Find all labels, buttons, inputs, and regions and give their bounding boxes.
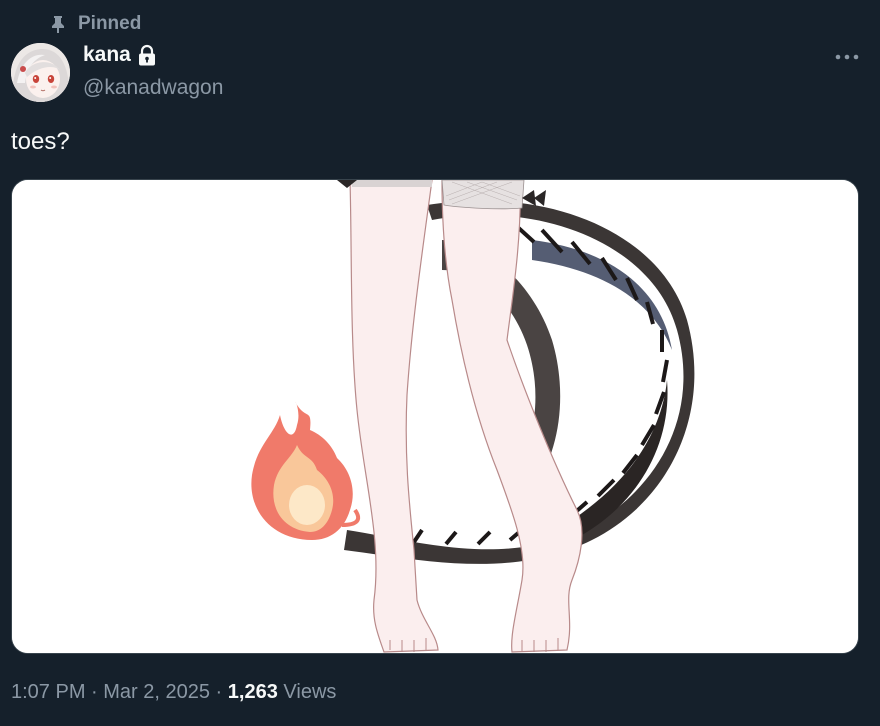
author-handle[interactable]: @kanadwagon <box>83 76 223 100</box>
views-label: Views <box>277 681 337 703</box>
views-count[interactable]: 1,263 <box>228 681 278 704</box>
tweet-date[interactable]: Mar 2, 2025 <box>103 681 210 704</box>
author-name-row[interactable]: kana <box>83 43 157 67</box>
meta-separator: · <box>85 681 104 703</box>
tweet[interactable]: Pinned kana @kanadwagon toes? 1:07 PM · … <box>0 0 880 726</box>
avatar[interactable] <box>11 43 70 102</box>
pin-icon <box>52 16 64 33</box>
tweet-text: toes? <box>11 128 70 155</box>
tweet-meta: 1:07 PM · Mar 2, 2025 · 1,263 Views <box>11 681 336 704</box>
more-options-button[interactable] <box>830 44 864 70</box>
author-display-name[interactable]: kana <box>83 43 131 67</box>
lock-icon <box>138 44 155 66</box>
tweet-time[interactable]: 1:07 PM <box>11 681 85 704</box>
pinned-label: Pinned <box>78 13 142 34</box>
more-horizontal-icon <box>835 54 859 60</box>
meta-separator: · <box>210 681 228 703</box>
pinned-indicator: Pinned <box>48 12 141 36</box>
tweet-media-image[interactable] <box>11 179 859 654</box>
